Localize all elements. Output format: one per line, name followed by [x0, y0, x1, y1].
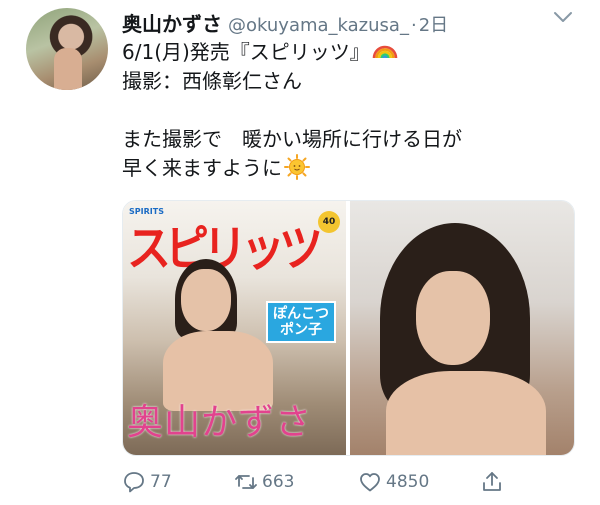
portrait-shoulders	[386, 371, 546, 455]
cover-model-name: 奥山かずさ	[127, 402, 313, 443]
tweet-text: 6/1(月)発売『スピリッツ』 撮影：西條彰仁さん また撮影で 暖かい場所に行け…	[122, 38, 582, 183]
reply-button[interactable]: 77	[122, 468, 172, 496]
like-button[interactable]: 4850	[358, 468, 429, 496]
share-icon	[483, 472, 501, 491]
tweet-text-line-2: 撮影：西條彰仁さん	[122, 69, 302, 93]
separator-dot: ·	[410, 15, 417, 36]
retweet-button[interactable]: 663	[234, 468, 294, 496]
chevron-down-icon[interactable]	[552, 10, 574, 24]
reply-count: 77	[150, 472, 172, 492]
sun-icon	[284, 154, 310, 180]
magazine-badge: 40	[318, 211, 340, 233]
media-photo-magazine-cover[interactable]: SPIRITS スピリッツ 40 ぽんこつ ポン子 奥山かずさ	[123, 201, 346, 455]
share-button[interactable]	[480, 468, 504, 496]
manga-title: ぽんこつ ポン子	[266, 301, 336, 343]
timestamp[interactable]: 2日	[419, 11, 448, 37]
like-count: 4850	[386, 472, 430, 492]
user-handle[interactable]: @okuyama_kazusa_	[228, 15, 409, 36]
tweet-actions: 77 663 4850	[122, 468, 582, 496]
portrait-face	[416, 271, 490, 365]
tweet-header: 奥山かずさ @okuyama_kazusa_ · 2日	[122, 8, 448, 36]
display-name[interactable]: 奥山かずさ	[122, 8, 222, 37]
tweet-text-line-3	[122, 96, 582, 125]
tweet-text-line-1: 6/1(月)発売『スピリッツ』	[122, 38, 582, 67]
media-photo-portrait[interactable]	[350, 201, 574, 455]
cover-model-face	[181, 269, 231, 331]
tweet-text-line-4: また撮影で 暖かい場所に行ける日が	[122, 127, 462, 151]
tweet-text-line-5: 早く来ますように	[122, 154, 582, 183]
retweet-count: 663	[262, 472, 295, 492]
heart-icon	[360, 473, 380, 492]
avatar[interactable]	[26, 8, 108, 90]
media-grid: SPIRITS スピリッツ 40 ぽんこつ ポン子 奥山かずさ	[122, 200, 575, 456]
rainbow-icon	[372, 45, 398, 59]
retweet-icon	[235, 475, 257, 489]
reply-icon	[124, 472, 144, 493]
avatar-figure	[54, 48, 82, 90]
